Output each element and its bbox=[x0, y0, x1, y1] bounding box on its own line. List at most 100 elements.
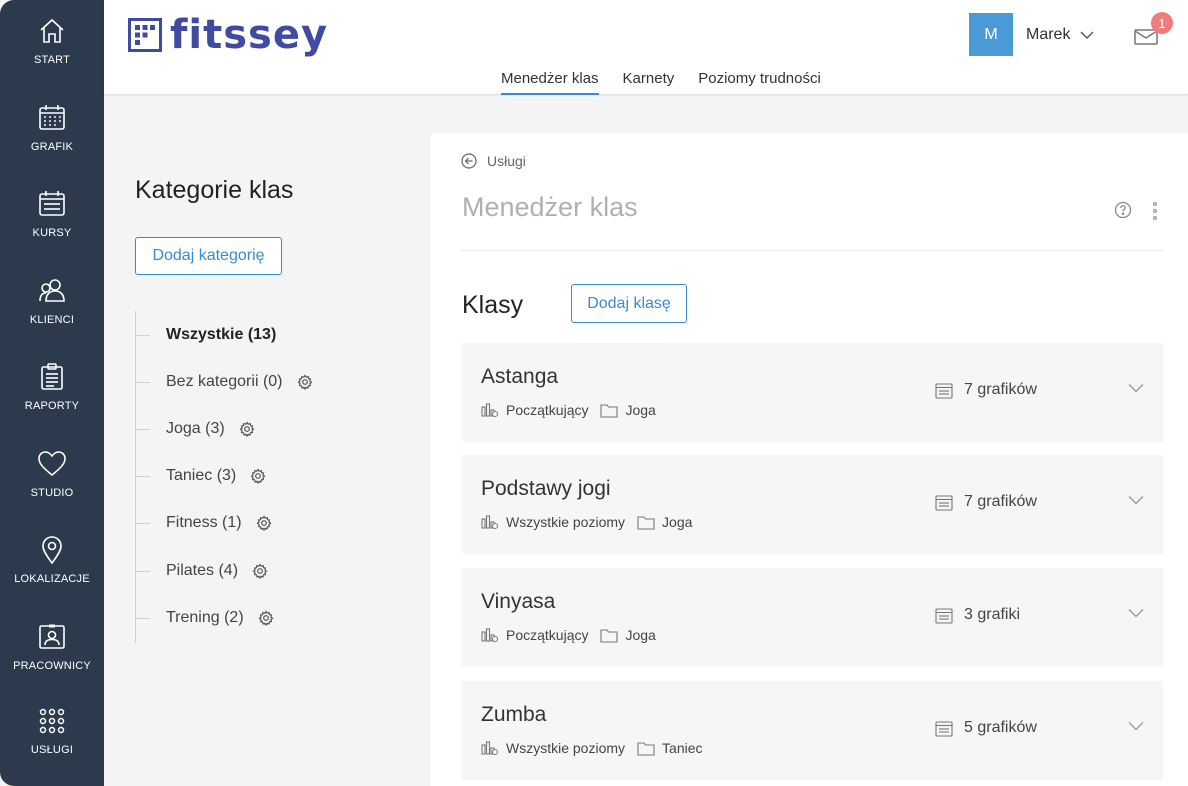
gear-icon[interactable] bbox=[258, 610, 274, 626]
class-schedules: 7 grafików bbox=[935, 381, 1037, 399]
sidebar-item-label: KLIENCI bbox=[29, 314, 75, 326]
class-schedules: 3 grafiki bbox=[935, 606, 1020, 624]
class-name: Astanga bbox=[481, 365, 559, 388]
folder-icon bbox=[637, 741, 655, 756]
chevron-down-icon[interactable] bbox=[1128, 383, 1144, 393]
category-item-dance[interactable]: Taniec (3) bbox=[136, 464, 266, 488]
sidebar-item-grafik[interactable]: GRAFIK bbox=[0, 87, 104, 173]
class-meta: Początkujący Joga bbox=[481, 627, 656, 643]
sidebar-item-kursy[interactable]: KURSY bbox=[0, 173, 104, 259]
class-schedules: 5 grafików bbox=[935, 719, 1037, 737]
sidebar-item-uslugi[interactable]: USŁUGI bbox=[0, 690, 104, 776]
chevron-down-icon[interactable] bbox=[1128, 608, 1144, 618]
category-item-fitness[interactable]: Fitness (1) bbox=[136, 511, 272, 535]
grid-dots-icon bbox=[39, 708, 65, 734]
class-card[interactable]: Zumba Wszystkie poziomy Taniec 5 grafikó… bbox=[462, 681, 1163, 780]
class-schedules-count: 7 grafików bbox=[964, 493, 1037, 510]
sidebar: START GRAFIK KURSY KLIENCI RAPORTY STUDI… bbox=[0, 0, 104, 786]
class-manager-panel: Usługi Menedżer klas Klasy Dodaj klasę A… bbox=[431, 133, 1188, 786]
help-icon[interactable] bbox=[1114, 201, 1132, 219]
calendar-icon bbox=[935, 494, 953, 511]
calendar-icon bbox=[39, 105, 65, 130]
category-label: Taniec (3) bbox=[166, 467, 237, 484]
chevron-down-icon[interactable] bbox=[1128, 721, 1144, 731]
class-name: Vinyasa bbox=[481, 590, 556, 613]
class-meta: Wszystkie poziomy Taniec bbox=[481, 740, 703, 756]
courses-icon bbox=[39, 191, 65, 216]
sidebar-item-start[interactable]: START bbox=[0, 0, 104, 86]
category-item-uncategorized[interactable]: Bez kategorii (0) bbox=[136, 370, 313, 394]
category-label: Pilates (4) bbox=[166, 562, 239, 579]
class-schedules: 7 grafików bbox=[935, 493, 1037, 511]
clipboard-icon bbox=[41, 363, 63, 390]
user-menu[interactable]: M Marek bbox=[969, 13, 1094, 56]
categories-title: Kategorie klas bbox=[135, 176, 294, 204]
folder-icon bbox=[600, 628, 619, 643]
back-label: Usługi bbox=[487, 153, 526, 169]
add-category-button[interactable]: Dodaj kategorię bbox=[135, 237, 282, 275]
sidebar-item-label: START bbox=[33, 54, 71, 66]
sidebar-item-label: LOKALIZACJE bbox=[14, 573, 90, 585]
tab-passes[interactable]: Karnety bbox=[623, 70, 675, 95]
categories-panel: Kategorie klas Dodaj kategorię Wszystkie… bbox=[104, 133, 430, 786]
section-title: Klasy bbox=[462, 291, 524, 319]
gear-icon[interactable] bbox=[256, 515, 272, 531]
category-item-pilates[interactable]: Pilates (4) bbox=[136, 559, 268, 583]
sidebar-item-studio[interactable]: STUDIO bbox=[0, 433, 104, 519]
level-icon bbox=[481, 741, 499, 756]
logo[interactable]: fitssey bbox=[128, 12, 328, 58]
sidebar-item-lokalizacje[interactable]: LOKALIZACJE bbox=[0, 519, 104, 605]
location-pin-icon bbox=[42, 536, 62, 565]
category-item-yoga[interactable]: Joga (3) bbox=[136, 417, 255, 441]
category-list: Wszystkie (13) Bez kategorii (0) Joga (3… bbox=[135, 311, 415, 643]
tab-class-manager[interactable]: Menedżer klas bbox=[501, 70, 599, 95]
page-title: Menedżer klas bbox=[462, 192, 638, 222]
category-item-all[interactable]: Wszystkie (13) bbox=[136, 323, 276, 347]
class-schedules-count: 7 grafików bbox=[964, 381, 1037, 398]
tab-difficulty-levels[interactable]: Poziomy trudności bbox=[698, 70, 821, 95]
gear-icon[interactable] bbox=[252, 563, 268, 579]
class-meta: Wszystkie poziomy Joga bbox=[481, 514, 692, 530]
sidebar-item-pracownicy[interactable]: PRACOWNICY bbox=[0, 606, 104, 692]
sidebar-item-label: STUDIO bbox=[30, 487, 74, 499]
sidebar-item-label: GRAFIK bbox=[30, 141, 74, 153]
logo-text: fitssey bbox=[170, 12, 329, 58]
notification-badge: 1 bbox=[1151, 12, 1173, 34]
class-schedules-count: 5 grafików bbox=[964, 719, 1037, 736]
chevron-down-icon[interactable] bbox=[1128, 495, 1144, 505]
back-link[interactable]: Usługi bbox=[461, 153, 526, 169]
sidebar-item-klienci[interactable]: KLIENCI bbox=[0, 260, 104, 346]
sidebar-item-raporty[interactable]: RAPORTY bbox=[0, 346, 104, 432]
category-label: Bez kategorii (0) bbox=[166, 373, 283, 390]
folder-icon bbox=[600, 403, 619, 418]
class-card[interactable]: Podstawy jogi Wszystkie poziomy Joga 7 g… bbox=[462, 455, 1163, 554]
gear-icon[interactable] bbox=[250, 468, 266, 484]
home-icon bbox=[40, 18, 64, 43]
top-tabs: Menedżer klas Karnety Poziomy trudności bbox=[501, 70, 845, 95]
logo-mark-icon bbox=[128, 18, 162, 52]
level-icon bbox=[481, 628, 499, 643]
class-level: Wszystkie poziomy bbox=[506, 740, 626, 756]
level-icon bbox=[481, 515, 499, 530]
sidebar-item-label: USŁUGI bbox=[30, 744, 74, 756]
gear-icon[interactable] bbox=[239, 421, 255, 437]
avatar: M bbox=[969, 13, 1013, 56]
add-class-button[interactable]: Dodaj klasę bbox=[571, 284, 687, 323]
class-category: Joga bbox=[662, 514, 693, 530]
class-card[interactable]: Astanga Początkujący Joga 7 grafików bbox=[462, 343, 1163, 442]
level-icon bbox=[481, 403, 499, 418]
sidebar-item-label: PRACOWNICY bbox=[13, 660, 91, 672]
calendar-icon bbox=[935, 382, 953, 399]
class-level: Wszystkie poziomy bbox=[506, 514, 626, 530]
more-vertical-icon[interactable] bbox=[1151, 201, 1159, 221]
class-category: Taniec bbox=[662, 740, 703, 756]
category-item-training[interactable]: Trening (2) bbox=[136, 606, 274, 630]
class-category: Joga bbox=[625, 627, 656, 643]
id-badge-icon bbox=[39, 624, 65, 649]
category-label: Joga (3) bbox=[166, 420, 225, 437]
class-name: Podstawy jogi bbox=[481, 477, 611, 500]
class-card[interactable]: Vinyasa Początkujący Joga 3 grafiki bbox=[462, 568, 1163, 667]
gear-icon[interactable] bbox=[297, 374, 313, 390]
class-meta: Początkujący Joga bbox=[481, 402, 656, 418]
class-schedules-count: 3 grafiki bbox=[964, 606, 1021, 623]
